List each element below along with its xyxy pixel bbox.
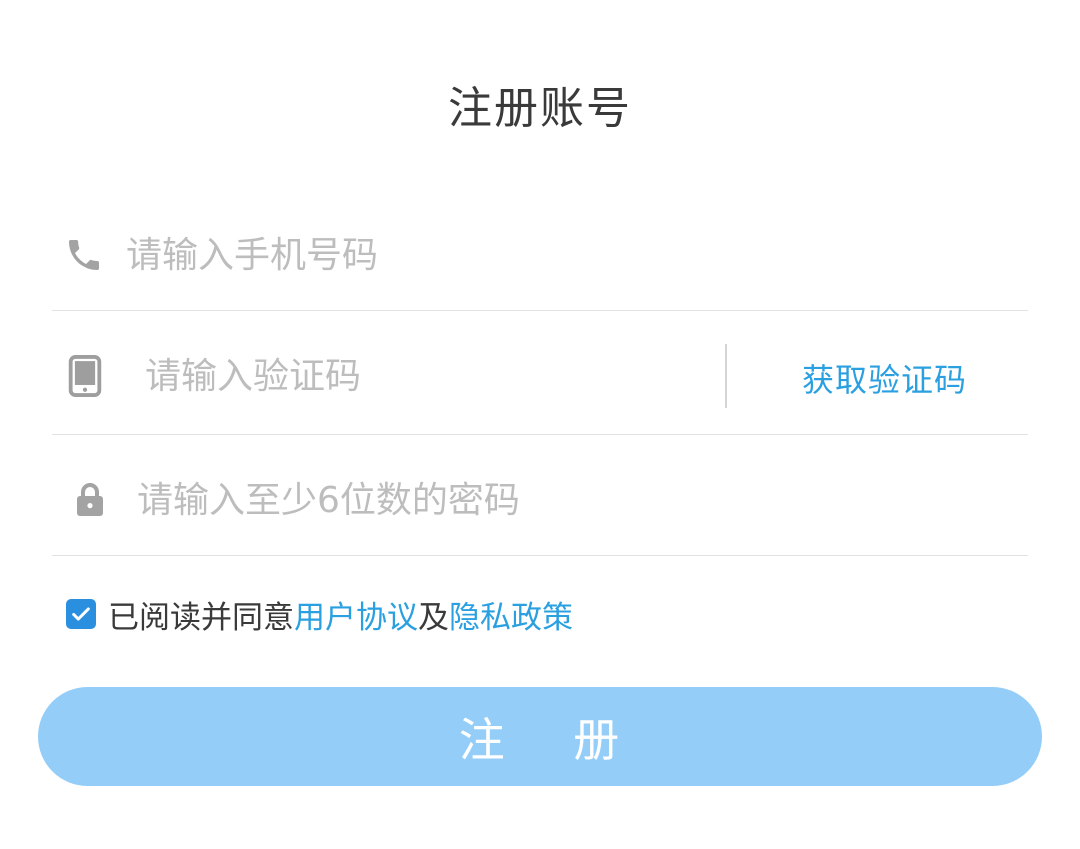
get-code-button[interactable]: 获取验证码 <box>802 355 967 401</box>
mobile-device-icon <box>68 355 102 397</box>
password-input[interactable] <box>137 475 997 525</box>
agreement-checkbox[interactable] <box>66 599 96 629</box>
lock-icon <box>77 483 103 516</box>
verification-code-input[interactable] <box>145 351 705 401</box>
agreement-row: 已阅读并同意 用户协议 及 隐私政策 <box>66 596 573 636</box>
phone-icon <box>69 240 99 270</box>
privacy-policy-link[interactable]: 隐私政策 <box>449 592 573 637</box>
register-button[interactable]: 注 册 <box>38 687 1042 786</box>
phone-input[interactable] <box>126 230 986 280</box>
agreement-conjunction-text: 及 <box>418 599 449 636</box>
vertical-divider <box>725 344 727 408</box>
agreement-prefix-text: 已阅读并同意 <box>108 599 294 636</box>
user-agreement-link[interactable]: 用户协议 <box>294 592 418 637</box>
password-field <box>52 435 1028 556</box>
verification-code-field: 获取验证码 <box>52 311 1028 435</box>
page-title: 注册账号 <box>448 83 632 134</box>
checkmark-icon <box>72 607 90 621</box>
phone-field <box>52 200 1028 311</box>
register-page: 注册账号 获取验证码 已阅读并同意 用 <box>0 0 1080 849</box>
